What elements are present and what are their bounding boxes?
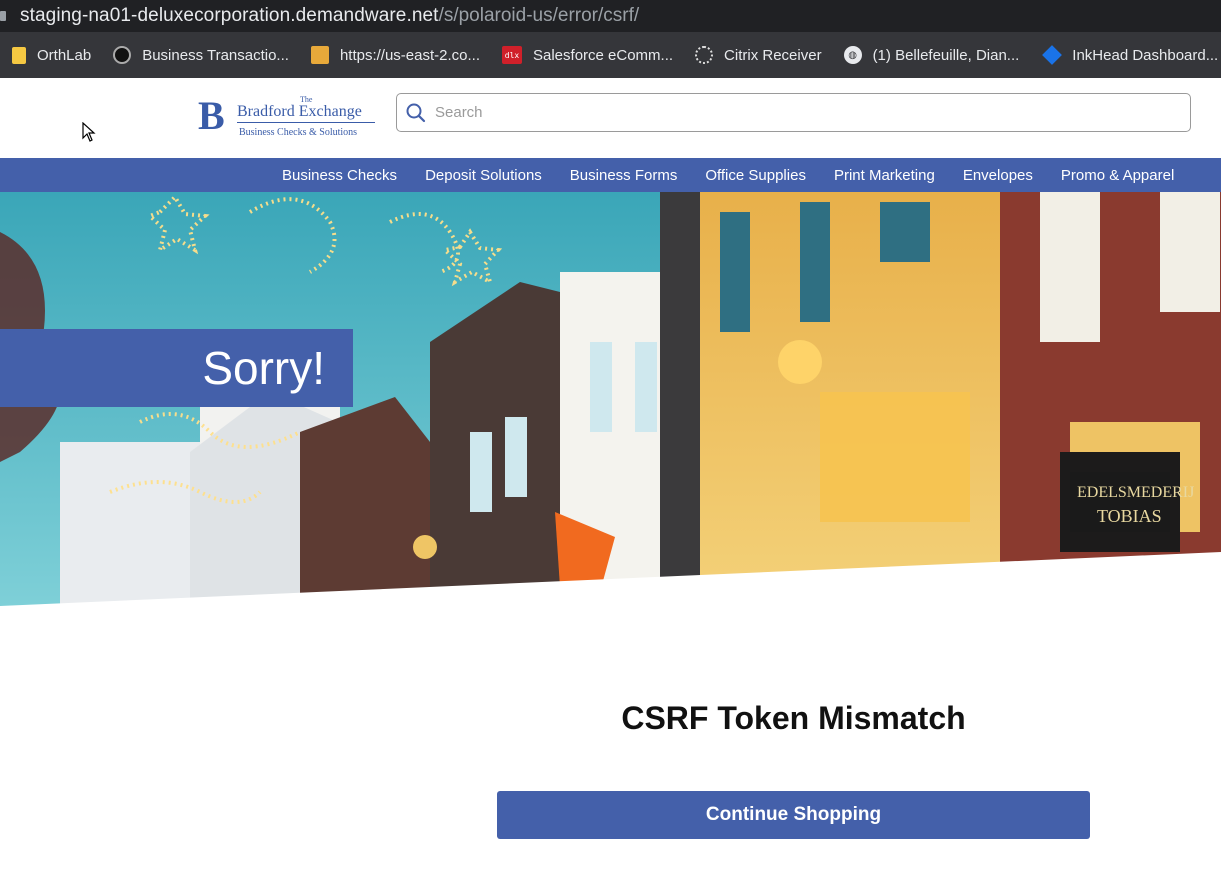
bradford-exchange-logo[interactable]: B The Bradford Exchange Business Checks … xyxy=(196,94,378,142)
lock-icon xyxy=(0,11,6,21)
bookmark-label: (1) Bellefeuille, Dian... xyxy=(872,46,1020,64)
logo-b-mark: B xyxy=(198,93,225,138)
bookmark-label: Business Transactio... xyxy=(142,46,289,64)
nav-item-business-checks[interactable]: Business Checks xyxy=(282,167,397,184)
hero-banner: EDELSMEDERIJ TOBIAS Sorry! xyxy=(0,192,1221,610)
dlx-icon: dlx xyxy=(502,46,522,64)
nav-item-print-marketing[interactable]: Print Marketing xyxy=(834,167,935,184)
bookmarks-bar: OrthLab Business Transactio... https://u… xyxy=(0,32,1221,78)
aws-box-icon xyxy=(310,46,329,64)
logo-tagline: Business Checks & Solutions xyxy=(239,127,358,138)
globe-icon: ◍ xyxy=(843,46,862,64)
bookmark-label: https://us-east-2.co... xyxy=(339,46,480,64)
bookmark-citrix[interactable]: Citrix Receiver xyxy=(695,46,822,64)
main-navigation: Business Checks Deposit Solutions Busine… xyxy=(0,158,1221,192)
diamond-icon xyxy=(1042,45,1063,65)
bookmark-label: Salesforce eComm... xyxy=(533,46,674,64)
nav-item-envelopes[interactable]: Envelopes xyxy=(963,167,1033,184)
search-icon xyxy=(406,103,426,122)
citrix-icon xyxy=(695,46,714,64)
nav-item-deposit-solutions[interactable]: Deposit Solutions xyxy=(425,167,542,184)
url-path[interactable]: /s/polaroid-us/error/csrf/ xyxy=(439,5,640,27)
svg-text:EDELSMEDERIJ: EDELSMEDERIJ xyxy=(1077,484,1194,501)
logo-name: Bradford Exchange xyxy=(237,103,362,120)
sorry-banner: Sorry! xyxy=(0,329,353,407)
bookmark-inkhead[interactable]: InkHead Dashboard... xyxy=(1041,45,1219,65)
continue-shopping-button[interactable]: Continue Shopping xyxy=(497,791,1090,839)
bookmark-label: OrthLab xyxy=(37,46,92,64)
bookmark-label: InkHead Dashboard... xyxy=(1072,46,1219,64)
bookmark-business-transactions[interactable]: Business Transactio... xyxy=(113,46,289,64)
svg-text:TOBIAS: TOBIAS xyxy=(1097,506,1162,526)
browser-url-bar[interactable]: staging-na01-deluxecorporation.demandwar… xyxy=(0,0,1221,32)
sorry-heading: Sorry! xyxy=(202,342,325,394)
bookmark-bellefeuille[interactable]: ◍ (1) Bellefeuille, Dian... xyxy=(843,46,1020,64)
url-host[interactable]: staging-na01-deluxecorporation.demandwar… xyxy=(20,5,439,27)
search-box[interactable] xyxy=(396,93,1191,132)
site-header: B The Bradford Exchange Business Checks … xyxy=(0,78,1221,158)
bookmark-aws[interactable]: https://us-east-2.co... xyxy=(310,46,480,64)
mouse-cursor-icon xyxy=(82,122,96,142)
bookmark-label: Citrix Receiver xyxy=(724,46,822,64)
bookmark-salesforce[interactable]: dlx Salesforce eComm... xyxy=(502,46,673,64)
nav-item-office-supplies[interactable]: Office Supplies xyxy=(705,167,806,184)
nav-item-promo-apparel[interactable]: Promo & Apparel xyxy=(1061,167,1174,184)
app-icon xyxy=(113,46,132,64)
nav-item-business-forms[interactable]: Business Forms xyxy=(570,167,678,184)
error-message: CSRF Token Mismatch xyxy=(621,700,966,736)
search-input[interactable] xyxy=(435,104,1135,121)
bookmark-orthlab[interactable]: OrthLab xyxy=(12,46,92,64)
logo-divider xyxy=(237,122,375,123)
folder-icon xyxy=(12,46,26,64)
